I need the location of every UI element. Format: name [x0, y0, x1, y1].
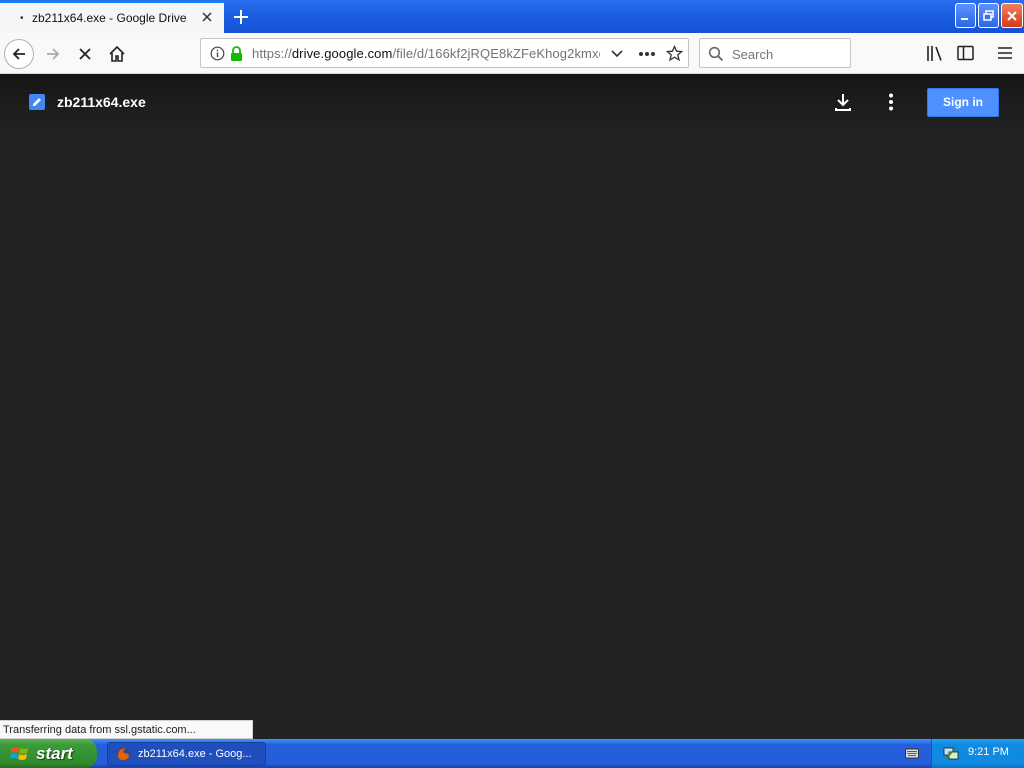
stop-icon	[79, 48, 91, 60]
chevron-down-icon[interactable]	[610, 48, 624, 60]
sidebar-toggle-icon[interactable]	[957, 45, 975, 61]
firefox-app-icon	[117, 747, 131, 761]
drive-viewer-header: zb211x64.exe Sign in	[0, 74, 1024, 136]
minimize-button[interactable]	[955, 3, 976, 28]
network-status-icon[interactable]	[943, 745, 959, 761]
url-host: drive.google.com	[291, 46, 393, 61]
status-bar: Transferring data from ssl.gstatic.com..…	[0, 720, 253, 739]
minimize-icon	[961, 18, 968, 20]
hamburger-menu-icon[interactable]	[997, 46, 1013, 60]
file-name: zb211x64.exe	[57, 94, 146, 110]
loading-indicator-icon: •	[20, 12, 24, 24]
restore-button[interactable]	[978, 3, 999, 28]
clock: 9:21 PM	[968, 746, 1009, 758]
secure-lock-icon[interactable]	[230, 46, 243, 61]
home-icon	[109, 45, 125, 62]
taskbar-item-label: zb211x64.exe - Goog...	[138, 748, 252, 760]
new-tab-plus-icon[interactable]	[230, 6, 252, 28]
stop-loading-button[interactable]	[70, 39, 100, 69]
search-placeholder: Search	[732, 47, 774, 62]
url-bar[interactable]: https://drive.google.com/file/d/166kf2jR…	[200, 38, 689, 68]
search-box[interactable]: Search	[699, 38, 851, 68]
library-icon[interactable]	[926, 45, 944, 62]
taskbar: start zb211x64.exe - Goog... 9:21 PM	[0, 739, 1024, 768]
download-icon[interactable]	[832, 91, 854, 113]
close-window-button[interactable]	[1001, 3, 1023, 28]
tab-title: zb211x64.exe - Google Drive	[32, 11, 187, 25]
info-icon[interactable]	[210, 46, 225, 61]
url-path: /file/d/166kf2jRQE8kZFeKhog2kmxe	[392, 46, 600, 61]
url-prefix: https://	[252, 46, 292, 61]
home-button[interactable]	[102, 39, 132, 69]
forward-arrow-icon	[47, 48, 60, 60]
sign-in-button[interactable]: Sign in	[927, 88, 999, 117]
close-icon	[1007, 10, 1017, 21]
system-tray: 9:21 PM	[931, 739, 1024, 768]
keyboard-icon[interactable]	[905, 747, 919, 759]
taskbar-item-firefox[interactable]: zb211x64.exe - Goog...	[107, 742, 266, 766]
bookmark-star-icon[interactable]	[666, 45, 683, 62]
search-icon	[708, 46, 724, 62]
windows-logo-icon	[10, 746, 28, 760]
document-viewer-area	[0, 136, 1024, 720]
tab-close-icon[interactable]	[200, 10, 214, 24]
navigation-toolbar: https://drive.google.com/file/d/166kf2jR…	[0, 33, 1024, 74]
forward-button[interactable]	[38, 39, 68, 69]
page-actions-ellipsis-icon[interactable]	[638, 51, 656, 57]
start-button[interactable]: start	[0, 739, 97, 768]
restore-icon	[983, 10, 994, 21]
tab-strip: • zb211x64.exe - Google Drive	[0, 0, 1024, 33]
more-options-icon[interactable]	[880, 91, 902, 113]
back-arrow-icon	[12, 48, 25, 60]
file-type-icon	[29, 94, 45, 110]
url-text[interactable]: https://drive.google.com/file/d/166kf2jR…	[252, 46, 600, 61]
back-button[interactable]	[4, 39, 34, 69]
browser-tab[interactable]: • zb211x64.exe - Google Drive	[0, 1, 224, 33]
start-label: start	[36, 743, 73, 763]
